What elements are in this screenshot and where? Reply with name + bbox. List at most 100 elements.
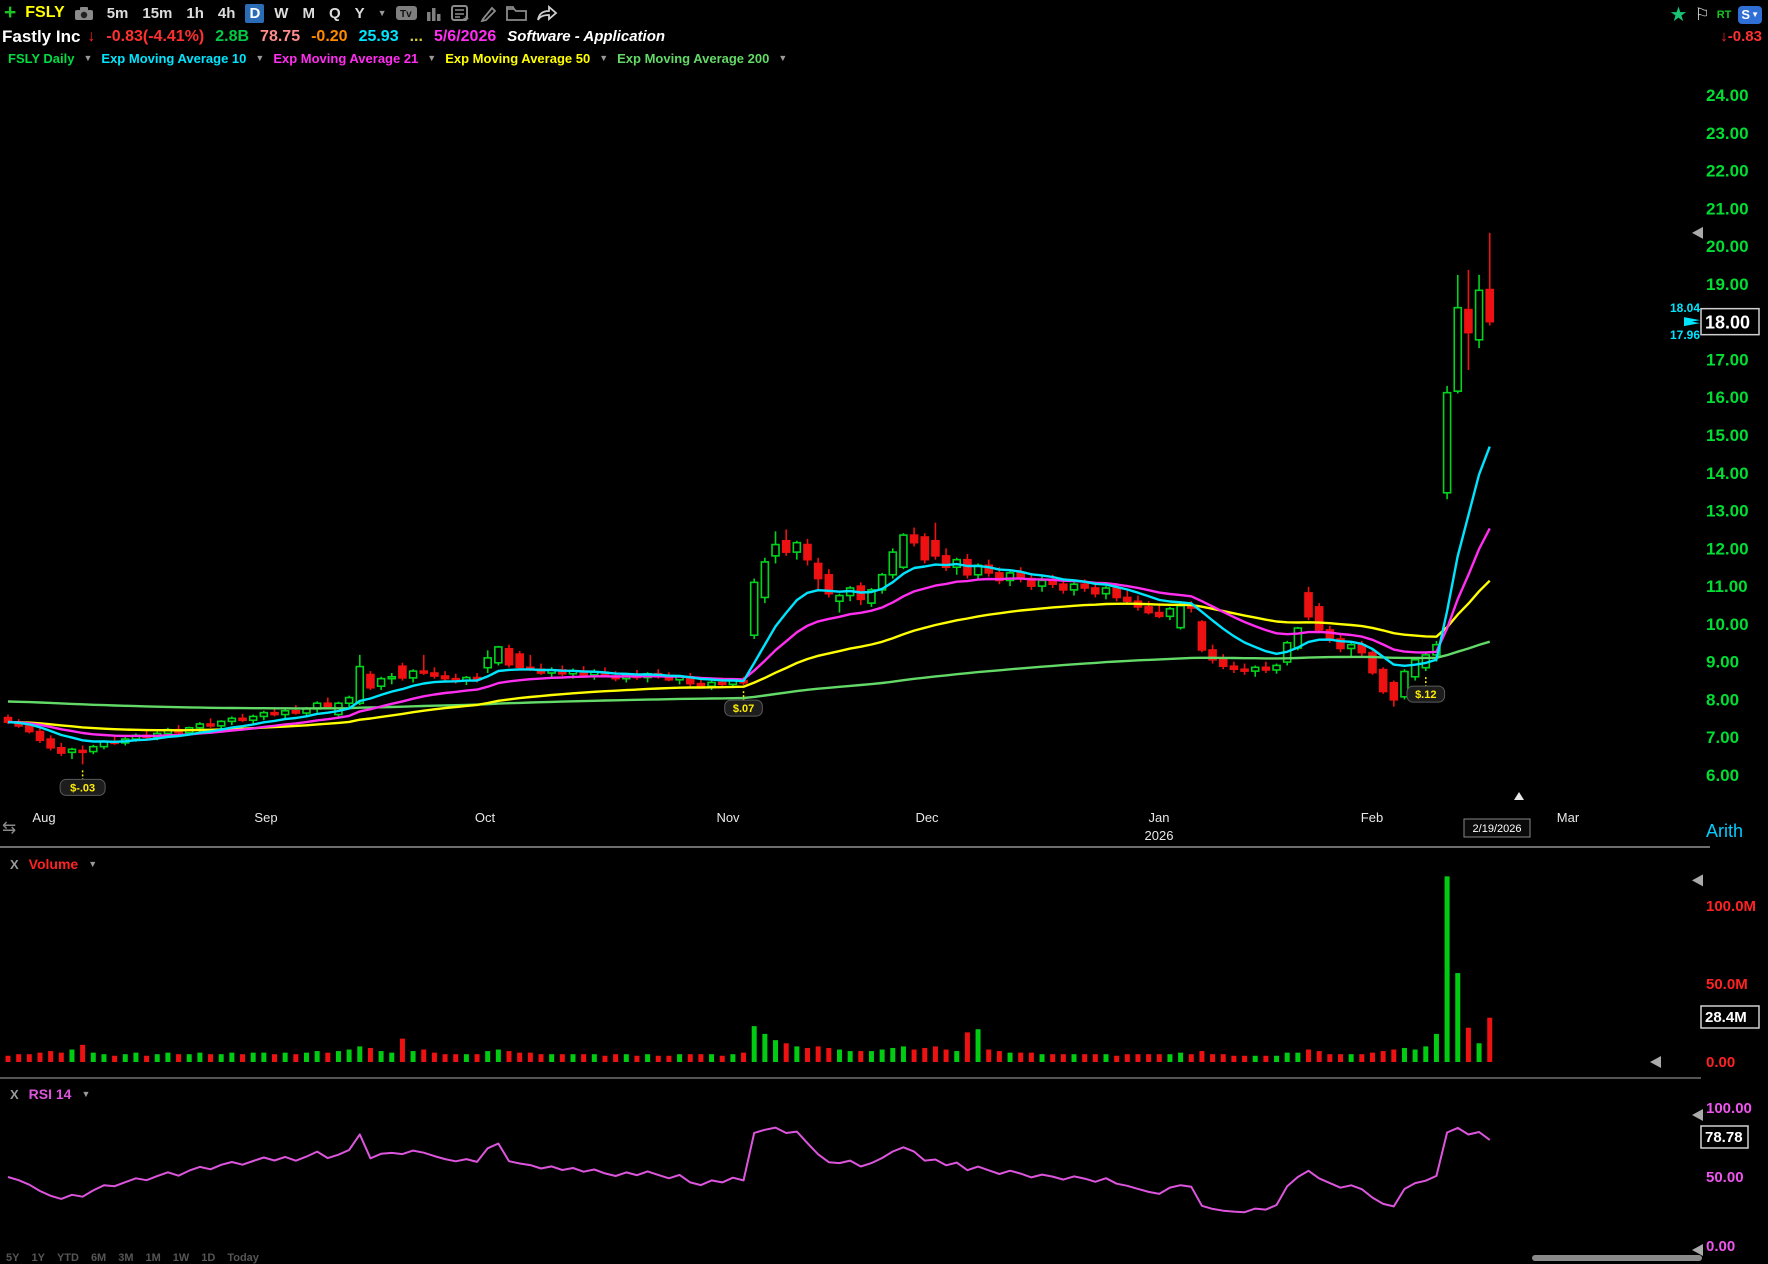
range-1w[interactable]: 1W bbox=[173, 1252, 190, 1264]
volume-panel-title[interactable]: Volume bbox=[29, 856, 79, 872]
scale-mode-label[interactable]: Arith bbox=[1706, 821, 1743, 841]
timeframe-Q[interactable]: Q bbox=[325, 4, 345, 23]
indicator-label-2[interactable]: Exp Moving Average 21 bbox=[273, 51, 418, 66]
indicator-dropdown-icon[interactable]: ▼ bbox=[83, 53, 92, 63]
symbol-label: FSLY bbox=[25, 4, 64, 22]
candle-body bbox=[292, 711, 299, 713]
price-pane[interactable]: $-.03$.07$.12 bbox=[5, 233, 1494, 796]
candle-body bbox=[1454, 308, 1461, 391]
rsi-panel-title[interactable]: RSI 14 bbox=[29, 1086, 72, 1102]
candle-body bbox=[1198, 622, 1205, 650]
share-icon[interactable] bbox=[536, 5, 558, 22]
volume-bar bbox=[944, 1050, 949, 1062]
rsi-line bbox=[8, 1128, 1490, 1213]
candle-body bbox=[1252, 667, 1259, 671]
volume-bar bbox=[229, 1053, 234, 1062]
timeframe-5m[interactable]: 5m bbox=[103, 4, 133, 23]
indicator-dropdown-icon[interactable]: ▼ bbox=[778, 53, 787, 63]
candle-body bbox=[793, 543, 800, 552]
timeframe-D[interactable]: D bbox=[245, 4, 264, 23]
timeframe-1h[interactable]: 1h bbox=[182, 4, 208, 23]
volume-bar bbox=[283, 1053, 288, 1062]
volume-bar bbox=[634, 1056, 639, 1062]
chart-canvas[interactable]: $-.03$.07$.1224.0023.0022.0021.0020.0019… bbox=[0, 0, 1768, 1262]
range-ytd[interactable]: YTD bbox=[57, 1252, 79, 1264]
range-1d[interactable]: 1D bbox=[201, 1252, 215, 1264]
candle-body bbox=[420, 671, 427, 673]
indicator-legend: FSLY Daily ▼ Exp Moving Average 10 ▼ Exp Mov… bbox=[0, 48, 787, 68]
pan-arrows-icon[interactable]: ⇆ bbox=[2, 818, 16, 838]
volume-bar bbox=[496, 1050, 501, 1062]
timeframe-15m[interactable]: 15m bbox=[138, 4, 176, 23]
volume-bar bbox=[1423, 1046, 1428, 1062]
price-tick: 23.00 bbox=[1706, 124, 1749, 143]
timeframe-W[interactable]: W bbox=[270, 4, 292, 23]
range-6m[interactable]: 6M bbox=[91, 1252, 106, 1264]
indicator-dropdown-icon[interactable]: ▼ bbox=[255, 53, 264, 63]
calculator-icon[interactable]: + bbox=[451, 5, 471, 22]
timeframe-Y[interactable]: Y bbox=[351, 4, 369, 23]
candle-body bbox=[356, 667, 363, 704]
rsi-dropdown-icon[interactable]: ▼ bbox=[81, 1089, 90, 1099]
pencil-icon[interactable] bbox=[480, 5, 497, 22]
month-label: Feb bbox=[1361, 810, 1383, 825]
candle-body bbox=[1476, 290, 1483, 339]
indicator-label-0[interactable]: FSLY Daily bbox=[8, 51, 74, 66]
month-label: Dec bbox=[915, 810, 939, 825]
volume-bar bbox=[539, 1054, 544, 1062]
candle-body bbox=[506, 649, 513, 665]
candle-body bbox=[484, 658, 491, 668]
candle-body bbox=[36, 732, 43, 741]
volume-dropdown-icon[interactable]: ▼ bbox=[88, 859, 97, 869]
folder-icon[interactable] bbox=[506, 5, 527, 21]
timeframe-M[interactable]: M bbox=[298, 4, 319, 23]
candle-body bbox=[378, 679, 385, 687]
horizontal-scrollbar[interactable] bbox=[1532, 1255, 1702, 1261]
volume-bar bbox=[1221, 1054, 1226, 1062]
volume-pane[interactable] bbox=[6, 876, 1493, 1062]
range-3m[interactable]: 3M bbox=[118, 1252, 133, 1264]
close-rsi-button[interactable]: X bbox=[10, 1087, 19, 1102]
range-today[interactable]: Today bbox=[227, 1252, 259, 1264]
ask-label: 18.04 bbox=[1670, 301, 1700, 315]
volume-bar bbox=[656, 1056, 661, 1062]
company-name: Fastly Inc bbox=[2, 27, 80, 47]
alert-marker-icon bbox=[1514, 792, 1524, 800]
candle-body bbox=[68, 749, 75, 752]
timeframe-4h[interactable]: 4h bbox=[214, 4, 240, 23]
bar-chart-icon[interactable] bbox=[426, 6, 442, 21]
quote-ellipsis[interactable]: ... bbox=[410, 28, 423, 46]
indicator-label-3[interactable]: Exp Moving Average 50 bbox=[445, 51, 590, 66]
range-1y[interactable]: 1Y bbox=[31, 1252, 44, 1264]
add-symbol-button[interactable]: + bbox=[4, 1, 16, 25]
tv-chart-icon[interactable]: Tv bbox=[396, 5, 417, 21]
rsi-pane[interactable] bbox=[8, 1128, 1490, 1213]
month-label: Sep bbox=[254, 810, 277, 825]
flag-icon[interactable]: ⚐ bbox=[1694, 5, 1709, 25]
candle-body bbox=[1369, 653, 1376, 673]
volume-bar bbox=[432, 1053, 437, 1062]
indicator-label-4[interactable]: Exp Moving Average 200 bbox=[617, 51, 769, 66]
volume-bar bbox=[1125, 1054, 1130, 1062]
volume-bar bbox=[890, 1048, 895, 1062]
candle-body bbox=[1071, 584, 1078, 590]
candle-body bbox=[1166, 609, 1173, 617]
indicator-dropdown-icon[interactable]: ▼ bbox=[427, 53, 436, 63]
camera-icon[interactable] bbox=[74, 6, 94, 21]
indicator-dropdown-icon[interactable]: ▼ bbox=[599, 53, 608, 63]
candle-body bbox=[1380, 670, 1387, 692]
range-1m[interactable]: 1M bbox=[146, 1252, 161, 1264]
volume-bar bbox=[315, 1051, 320, 1062]
candle-body bbox=[1220, 660, 1227, 666]
indicator-label-1[interactable]: Exp Moving Average 10 bbox=[101, 51, 246, 66]
volume-bar bbox=[549, 1054, 554, 1062]
candle-body bbox=[399, 666, 406, 678]
high-marker-icon bbox=[1692, 227, 1703, 239]
stream-badge[interactable]: S▼ bbox=[1738, 6, 1762, 24]
range-5y[interactable]: 5Y bbox=[6, 1252, 19, 1264]
close-volume-button[interactable]: X bbox=[10, 857, 19, 872]
favorite-star-icon[interactable]: ★ bbox=[1670, 2, 1688, 27]
candle-body bbox=[1412, 660, 1419, 677]
volume-bar bbox=[1327, 1054, 1332, 1062]
timeframe-dropdown-icon[interactable]: ▼ bbox=[378, 8, 387, 18]
